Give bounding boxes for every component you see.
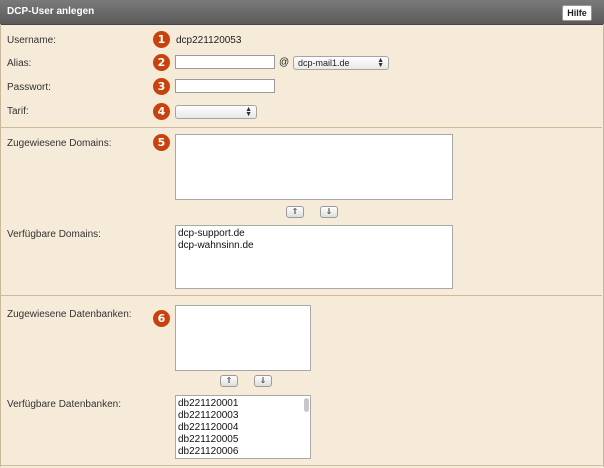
step-badge-3: 3 bbox=[153, 78, 170, 95]
assigned-databases-label: Zugewiesene Datenbanken: bbox=[7, 309, 132, 320]
arrow-down-icon: ⇓ bbox=[325, 207, 333, 216]
username-label: Username: bbox=[7, 35, 56, 46]
available-domains-label: Verfügbare Domains: bbox=[7, 229, 101, 240]
available-databases-list[interactable]: db221120001 db221120003 db221120004 db22… bbox=[175, 395, 311, 459]
username-value: dcp221120053 bbox=[176, 35, 242, 46]
tarif-label: Tarif: bbox=[7, 106, 29, 117]
select-arrows-icon: ▲ ▼ bbox=[377, 57, 384, 69]
list-item[interactable]: db221120005 bbox=[178, 434, 308, 446]
scrollbar[interactable] bbox=[304, 398, 309, 412]
step-badge-1: 1 bbox=[153, 31, 170, 48]
window-titlebar: DCP-User anlegen Hilfe bbox=[0, 0, 604, 25]
arrow-up-icon: ⇑ bbox=[225, 376, 233, 385]
step-badge-2: 2 bbox=[153, 54, 170, 71]
section-divider bbox=[0, 295, 602, 296]
move-down-databases-button[interactable]: ⇓ bbox=[254, 375, 272, 387]
assigned-domains-label: Zugewiesene Domains: bbox=[7, 138, 112, 149]
move-up-databases-button[interactable]: ⇑ bbox=[220, 375, 238, 387]
list-item[interactable]: db221120003 bbox=[178, 410, 308, 422]
list-item[interactable]: db221120001 bbox=[178, 398, 308, 410]
at-sign: @ bbox=[279, 57, 290, 68]
assigned-databases-list[interactable] bbox=[175, 305, 311, 371]
page-title: DCP-User anlegen bbox=[7, 6, 95, 17]
assigned-domains-list[interactable] bbox=[175, 134, 453, 200]
alias-input[interactable] bbox=[175, 55, 275, 69]
passwort-label: Passwort: bbox=[7, 82, 51, 93]
section-divider bbox=[0, 465, 602, 466]
tarif-select[interactable]: ▲ ▼ bbox=[175, 105, 257, 119]
list-item[interactable]: db221120004 bbox=[178, 422, 308, 434]
select-arrows-icon: ▲ ▼ bbox=[245, 106, 252, 118]
list-item[interactable]: dcp-wahnsinn.de bbox=[178, 240, 450, 252]
help-button[interactable]: Hilfe bbox=[562, 5, 592, 21]
section-divider bbox=[0, 127, 602, 128]
alias-label: Alias: bbox=[7, 58, 32, 69]
step-badge-6: 6 bbox=[153, 310, 170, 327]
arrow-up-icon: ⇑ bbox=[291, 207, 299, 216]
available-databases-label: Verfügbare Datenbanken: bbox=[7, 399, 121, 410]
step-badge-4: 4 bbox=[153, 103, 170, 120]
list-item[interactable]: dcp-support.de bbox=[178, 228, 450, 240]
move-down-domains-button[interactable]: ⇓ bbox=[320, 206, 338, 218]
alias-domain-selected: dcp-mail1.de bbox=[298, 58, 350, 68]
alias-domain-select[interactable]: dcp-mail1.de ▲ ▼ bbox=[293, 56, 389, 70]
step-badge-5: 5 bbox=[153, 134, 170, 151]
move-up-domains-button[interactable]: ⇑ bbox=[286, 206, 304, 218]
arrow-down-icon: ⇓ bbox=[259, 376, 267, 385]
passwort-input[interactable] bbox=[175, 79, 275, 93]
list-item[interactable]: db221120006 bbox=[178, 446, 308, 458]
available-domains-list[interactable]: dcp-support.de dcp-wahnsinn.de bbox=[175, 225, 453, 289]
